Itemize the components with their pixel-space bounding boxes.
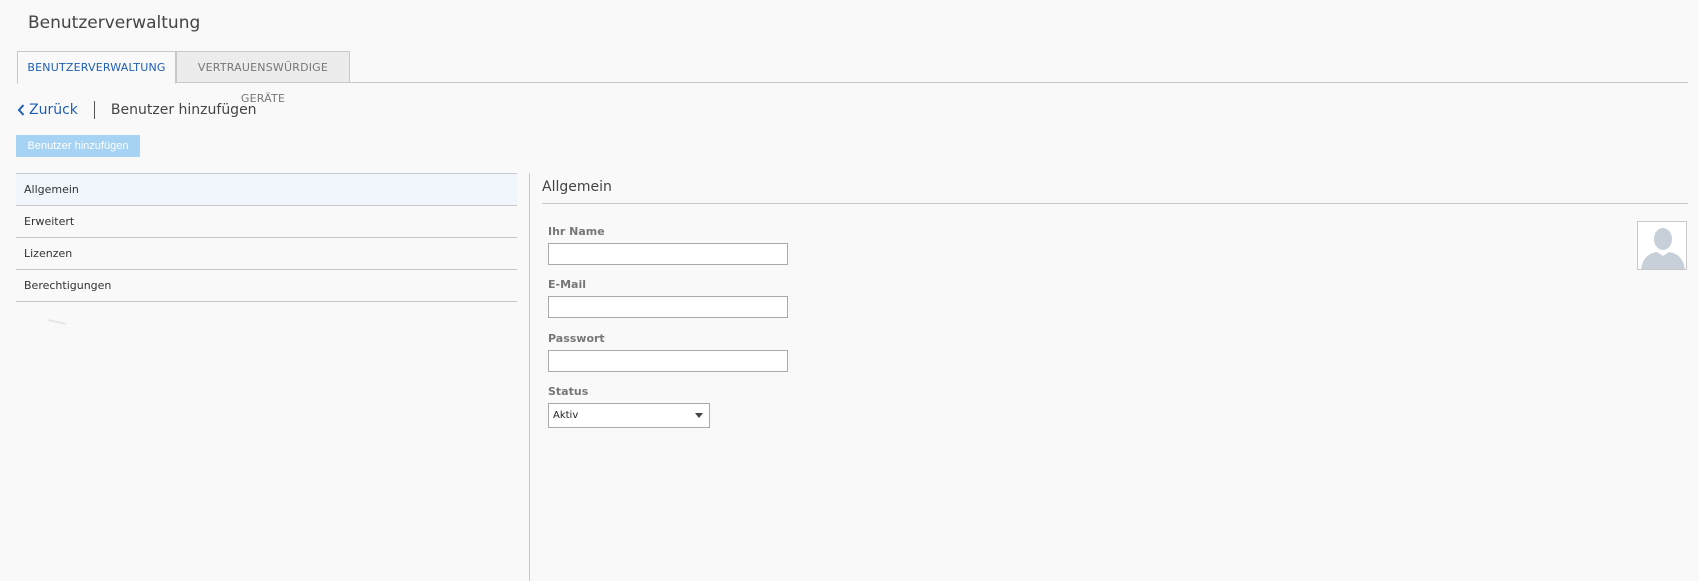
breadcrumb-separator [93,101,95,119]
caret-down-icon [695,413,703,418]
password-field[interactable] [548,350,788,372]
side-menu: Allgemein Erweitert Lizenzen Berechtigun… [16,173,517,302]
add-user-button[interactable]: Benutzer hinzufügen [16,135,140,157]
name-field[interactable] [548,243,788,265]
tab-bar: BENUTZERVERWALTUNG VERTRAUENSWÜRDIGE GER… [17,51,1688,105]
breadcrumb: Zurück Benutzer hinzufügen [17,99,257,121]
back-label: Zurück [29,102,78,118]
status-value: Aktiv [553,410,579,421]
back-link[interactable]: Zurück [17,102,78,118]
section-title: Allgemein [542,179,612,195]
chevron-left-icon [17,104,25,116]
sidebar-item-berechtigungen[interactable]: Berechtigungen [16,270,517,302]
status-label: Status [548,385,589,398]
tab-vertrauenswuerdige-geraete[interactable]: VERTRAUENSWÜRDIGE GERÄTE [176,51,350,105]
section-divider [542,203,1688,204]
page-title: Benutzerverwaltung [28,13,201,33]
panel-divider [529,173,530,581]
decorative-mark [47,319,67,325]
user-placeholder-icon [1641,228,1685,269]
email-field[interactable] [548,296,788,318]
avatar[interactable] [1637,221,1687,270]
sidebar-item-erweitert[interactable]: Erweitert [16,206,517,238]
status-select[interactable]: Aktiv [548,403,710,428]
name-label: Ihr Name [548,225,605,238]
sidebar-item-allgemein[interactable]: Allgemein [16,174,517,206]
tab-benutzerverwaltung[interactable]: BENUTZERVERWALTUNG [17,51,176,84]
breadcrumb-title: Benutzer hinzufügen [110,102,257,118]
email-label: E-Mail [548,278,586,291]
password-label: Passwort [548,332,605,345]
sidebar-item-lizenzen[interactable]: Lizenzen [16,238,517,270]
